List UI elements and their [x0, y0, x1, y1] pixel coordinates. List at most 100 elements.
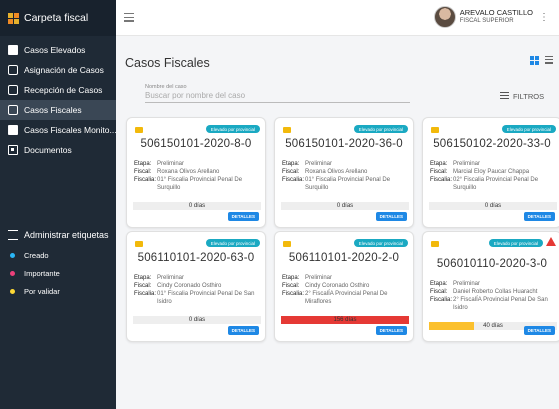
- details-button[interactable]: DETALLES: [227, 326, 259, 335]
- folder-icon: [283, 127, 291, 133]
- folder-icon: [431, 127, 439, 133]
- tag-label: Importante: [24, 268, 60, 278]
- tag-por-validar[interactable]: Por validar: [0, 282, 116, 300]
- status-badge: Elevado por provincial: [488, 239, 543, 247]
- cases-icon: [8, 45, 18, 55]
- fiscalia-value: 01° Fiscalia Provincial Penal De San Isi…: [157, 291, 255, 305]
- case-fields: Etapa: Preliminar Fiscal: Cindy Coronado O…: [134, 274, 262, 306]
- days-progress-bar: 0 días: [133, 316, 261, 324]
- days-progress-bar: 156 días: [281, 316, 409, 324]
- etapa-value: Preliminar: [305, 275, 333, 281]
- field-label: Etapa:: [134, 161, 152, 167]
- document-icon: [8, 145, 18, 155]
- days-progress-bar: 0 días: [281, 202, 409, 210]
- field-label: Fiscalia:: [282, 177, 305, 183]
- filter-icon: [500, 92, 509, 101]
- fiscal-value: Daniel Roberto Collas Huaracht: [453, 289, 538, 295]
- filters-button[interactable]: FILTROS: [500, 92, 544, 101]
- sidebar-item-label: Documentos: [24, 145, 72, 155]
- sidebar-item-label: Casos Fiscales: [24, 105, 82, 115]
- fiscalia-value: 02° Fiscalia Provincial Penal De Surquil…: [453, 177, 539, 191]
- folder-icon: [135, 127, 143, 133]
- days-count: 0 días: [188, 317, 206, 323]
- days-count: 0 días: [188, 203, 206, 209]
- sidebar-item-label: Recepción de Casos: [24, 85, 103, 95]
- field-label: Fiscalia:: [282, 291, 305, 297]
- fiscalia-value: 01° Fiscalia Provincial Penal De Surquil…: [305, 177, 391, 191]
- brand-logo-icon: [8, 12, 19, 24]
- sidebar: Carpeta fiscal Casos Elevados Asignación…: [0, 0, 116, 409]
- case-card[interactable]: Elevado por provincial 506150101-2020-36…: [274, 117, 414, 228]
- sidebar-item-label: Casos Elevados: [24, 45, 86, 55]
- days-count: 40 días: [483, 323, 503, 329]
- app-title: Carpeta fiscal: [24, 12, 89, 24]
- tags-icon: [8, 230, 18, 240]
- case-number: 506010110-2020-3-0: [436, 258, 548, 270]
- fiscal-value: Cindy Coronado Osthiro: [305, 283, 370, 289]
- details-button[interactable]: DETALLES: [523, 326, 555, 335]
- sidebar-item-asignacion[interactable]: Asignación de Casos: [0, 60, 116, 80]
- etapa-value: Preliminar: [157, 161, 185, 167]
- fiscal-value: Roxana Olivos Arellano: [157, 169, 220, 175]
- details-button[interactable]: DETALLES: [375, 212, 407, 221]
- app-brand[interactable]: Carpeta fiscal: [0, 0, 116, 36]
- monitor-icon: [8, 125, 18, 135]
- tag-creado[interactable]: Creado: [0, 246, 116, 264]
- field-label: Fiscalia:: [430, 297, 453, 303]
- field-label: Etapa:: [282, 161, 300, 167]
- sidebar-item-label: Asignación de Casos: [24, 65, 104, 75]
- tag-importante[interactable]: Importante: [0, 264, 116, 282]
- page-title: Casos Fiscales: [125, 56, 210, 70]
- field-label: Fiscalia:: [134, 177, 157, 183]
- case-number: 506150101-2020-8-0: [140, 138, 252, 150]
- sidebar-item-recepcion[interactable]: Recepción de Casos: [0, 80, 116, 100]
- folder-icon: [8, 105, 18, 115]
- status-badge: Elevado por provincial: [353, 239, 408, 247]
- fiscal-value: Cindy Coronado Osthiro: [157, 283, 222, 289]
- days-progress-bar: 0 días: [429, 202, 557, 210]
- menu-icon[interactable]: [124, 13, 134, 24]
- field-label: Fiscal:: [430, 169, 448, 175]
- search-input[interactable]: [145, 90, 410, 103]
- sidebar-item-label: Casos Fiscales Monito...: [24, 125, 116, 135]
- avatar[interactable]: [433, 6, 456, 28]
- tag-color-dot: [10, 270, 15, 276]
- status-badge: Elevado por provincial: [501, 125, 556, 133]
- sidebar-item-casos-monitoreo[interactable]: Casos Fiscales Monito...: [0, 120, 116, 140]
- sidebar-item-documentos[interactable]: Documentos: [0, 140, 116, 160]
- field-label: Etapa:: [282, 275, 300, 281]
- details-button[interactable]: DETALLES: [375, 326, 407, 335]
- main-content: Casos Fiscales Nombre del caso FILTROS E…: [116, 36, 559, 409]
- tags-section-title[interactable]: Administrar etiquetas: [0, 224, 116, 246]
- inbox-icon: [8, 85, 18, 95]
- tag-color-dot: [10, 288, 15, 294]
- details-button[interactable]: DETALLES: [227, 212, 259, 221]
- more-vert-icon[interactable]: ⋮: [539, 12, 549, 23]
- sidebar-nav: Casos Elevados Asignación de Casos Recep…: [0, 36, 116, 160]
- case-number: 506150101-2020-36-0: [285, 138, 403, 150]
- fiscalia-value: 2° FiscalÍA Provincial Penal De San Isid…: [453, 297, 548, 311]
- case-card[interactable]: Elevado por provincial 506010110-2020-3-…: [422, 231, 559, 342]
- list-view-icon[interactable]: [545, 56, 553, 66]
- etapa-value: Preliminar: [157, 275, 185, 281]
- fiscal-value: Roxana Olivos Arellano: [305, 169, 368, 175]
- sidebar-item-casos-fiscales[interactable]: Casos Fiscales: [0, 100, 116, 120]
- user-menu[interactable]: AREVALO CASTILLO FISCAL SUPERIOR ⋮: [433, 6, 549, 28]
- warning-icon: [546, 237, 556, 246]
- fiscalia-value: 2° FiscalÍA Provincial Penal De Miraflor…: [305, 291, 388, 305]
- user-name: AREVALO CASTILLO: [459, 8, 533, 17]
- status-badge: Elevado por provincial: [353, 125, 408, 133]
- etapa-value: Preliminar: [305, 161, 333, 167]
- case-fields: Etapa: Preliminar Fiscal: Roxana Olivos Ar…: [282, 160, 410, 192]
- sidebar-item-casos-elevados[interactable]: Casos Elevados: [0, 40, 116, 60]
- details-button[interactable]: DETALLES: [523, 212, 555, 221]
- folder-icon: [283, 241, 291, 247]
- case-card[interactable]: Elevado por provincial 506110101-2020-2-…: [274, 231, 414, 342]
- case-card[interactable]: Elevado por provincial 506150101-2020-8-…: [126, 117, 266, 228]
- case-card[interactable]: Elevado por provincial 506110101-2020-63…: [126, 231, 266, 342]
- case-number: 506150102-2020-33-0: [433, 138, 551, 150]
- tag-color-dot: [10, 252, 15, 258]
- case-card[interactable]: Elevado por provincial 506150102-2020-33…: [422, 117, 559, 228]
- days-count: 156 días: [333, 317, 357, 323]
- grid-view-icon[interactable]: [530, 56, 539, 66]
